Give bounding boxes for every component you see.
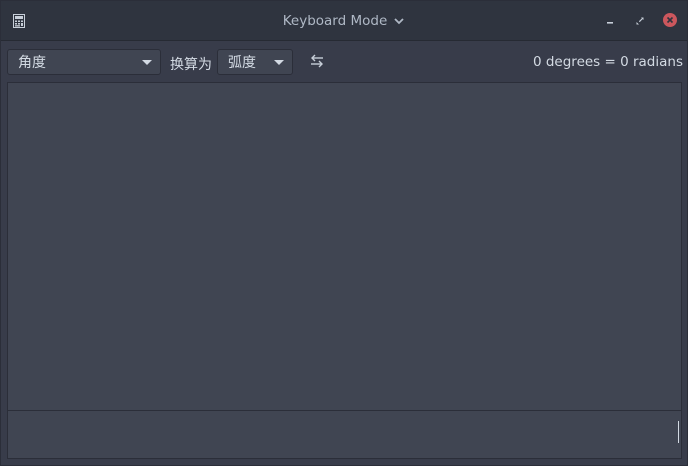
- convert-to-label: 换算为: [170, 57, 212, 73]
- chevron-down-icon: [393, 15, 405, 27]
- maximize-button[interactable]: [631, 11, 649, 29]
- to-unit-select[interactable]: 弧度: [217, 49, 293, 75]
- swap-units-button[interactable]: [306, 51, 328, 73]
- minimize-button[interactable]: [601, 11, 619, 29]
- calculator-window: Keyboard Mode 角度 换算为 弧度 0 degrees = 0 ra…: [0, 0, 688, 466]
- unit-conversion-bar: 角度 换算为 弧度 0 degrees = 0 radians: [1, 41, 687, 82]
- equation-entry[interactable]: [7, 410, 682, 459]
- dropdown-arrow-icon: [142, 59, 152, 65]
- from-unit-label: 角度: [18, 55, 46, 71]
- from-unit-select[interactable]: 角度: [7, 49, 161, 75]
- text-cursor: [678, 421, 679, 443]
- to-unit-label: 弧度: [228, 55, 256, 71]
- equation-input[interactable]: [8, 411, 681, 458]
- close-icon: [663, 13, 677, 27]
- conversion-result: 0 degrees = 0 radians: [532, 54, 683, 70]
- dropdown-arrow-icon: [274, 59, 284, 65]
- window-title: Keyboard Mode: [282, 12, 388, 29]
- restore-icon: [635, 11, 645, 30]
- title-bar[interactable]: Keyboard Mode: [1, 1, 687, 41]
- history-view[interactable]: [7, 82, 682, 410]
- mode-menu-button[interactable]: Keyboard Mode: [1, 1, 687, 40]
- minimize-icon: [605, 11, 615, 30]
- close-button[interactable]: [661, 11, 679, 29]
- swap-arrows-icon: [309, 53, 325, 72]
